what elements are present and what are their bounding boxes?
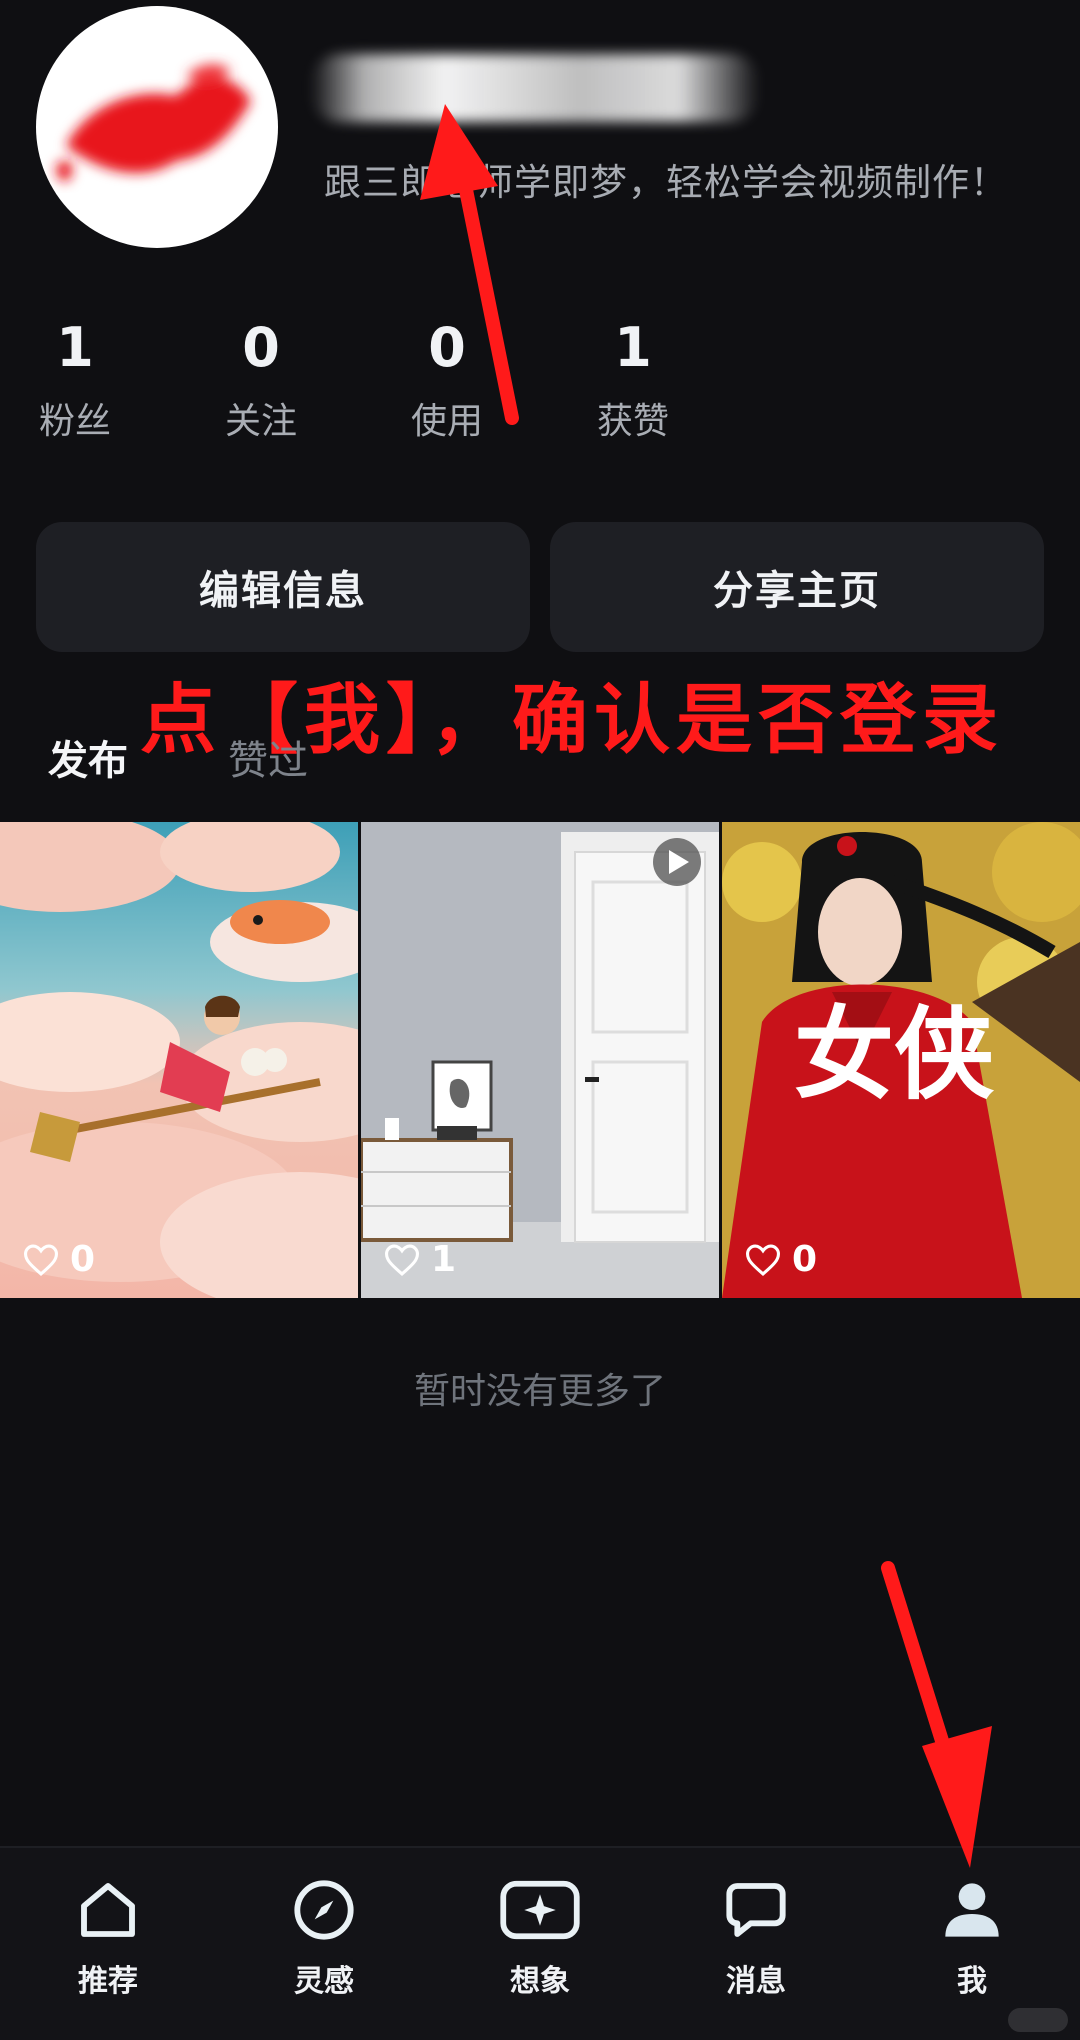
- stat-value: 0: [242, 316, 280, 379]
- stat-label: 关注: [224, 401, 297, 442]
- sparkle-icon: [500, 1880, 580, 1940]
- no-more-text: 暂时没有更多了: [413, 1371, 666, 1412]
- post-thumbnail: [0, 822, 358, 1298]
- post-card[interactable]: 1: [361, 822, 719, 1298]
- tab-posts[interactable]: 发布: [48, 728, 128, 786]
- like-number: 0: [792, 1239, 818, 1280]
- stat-label: 粉丝: [38, 401, 111, 442]
- nav-label: 我: [957, 1964, 987, 1999]
- nav-inspiration[interactable]: 灵感: [254, 1868, 394, 2000]
- post-thumbnail: [361, 822, 719, 1298]
- heart-icon: [745, 1244, 781, 1276]
- bottom-nav: 推荐 灵感 想象 消息 我: [0, 1846, 1080, 2040]
- edit-profile-button[interactable]: 编辑信息: [36, 522, 530, 652]
- like-count: 0: [744, 1239, 817, 1280]
- stat-label: 使用: [410, 401, 483, 442]
- nav-label: 消息: [726, 1964, 786, 1999]
- tab-liked[interactable]: 赞过: [228, 728, 308, 786]
- post-card[interactable]: 0: [0, 822, 358, 1298]
- stat-value: 0: [428, 316, 466, 379]
- heart-icon: [384, 1244, 420, 1276]
- home-icon: [81, 1883, 135, 1937]
- stat-value: 1: [56, 316, 94, 379]
- stat-uses[interactable]: 0 使用: [372, 316, 522, 444]
- post-card[interactable]: 女侠 0: [722, 822, 1080, 1298]
- arrow-line-me: [881, 1561, 955, 1767]
- like-count: 1: [383, 1239, 456, 1280]
- overlay-text: 女侠: [794, 995, 994, 1113]
- person-icon: [945, 1883, 999, 1937]
- nav-imagine[interactable]: 想象: [470, 1868, 610, 2000]
- like-number: 1: [431, 1239, 457, 1280]
- heart-icon: [23, 1244, 59, 1276]
- stat-followers[interactable]: 1 粉丝: [0, 316, 150, 444]
- stat-value: 1: [614, 316, 652, 379]
- watermark: [1008, 2008, 1068, 2032]
- nav-messages[interactable]: 消息: [686, 1868, 826, 2000]
- profile-bio: 跟三郎老师学即梦，轻松学会视频制作！: [324, 161, 1008, 204]
- like-count: 0: [22, 1239, 95, 1280]
- share-profile-button[interactable]: 分享主页: [550, 522, 1044, 652]
- nav-label: 灵感: [294, 1964, 354, 1999]
- nav-label: 想象: [510, 1964, 570, 1999]
- username-blurred: [310, 54, 760, 122]
- avatar-fish-image: [56, 64, 251, 182]
- stat-label: 获赞: [596, 401, 669, 442]
- nav-me[interactable]: 我: [902, 1868, 1042, 2000]
- profile-screen: 跟三郎老师学即梦，轻松学会视频制作！ 1 粉丝 0 关注 0 使用 1 获赞 编…: [0, 0, 1080, 2040]
- stat-following[interactable]: 0 关注: [186, 316, 336, 444]
- compass-icon: [294, 1880, 354, 1940]
- nav-label: 推荐: [78, 1964, 138, 1999]
- nav-recommend[interactable]: 推荐: [38, 1868, 178, 2000]
- avatar[interactable]: [36, 6, 278, 248]
- like-number: 0: [70, 1239, 96, 1280]
- stat-likes[interactable]: 1 获赞: [558, 316, 708, 444]
- chat-icon: [726, 1883, 786, 1937]
